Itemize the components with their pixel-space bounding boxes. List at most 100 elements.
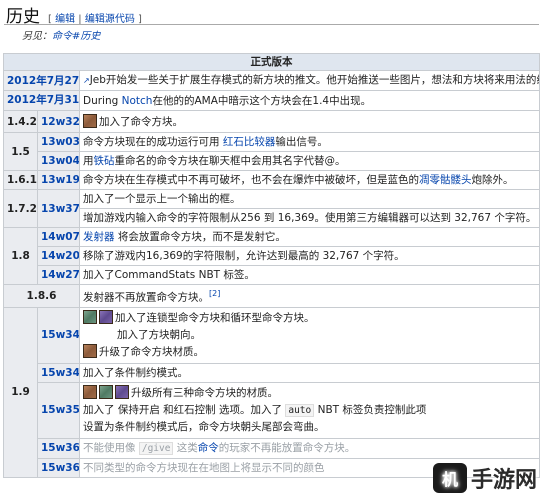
notch-link[interactable]: Notch — [122, 95, 153, 107]
desc-line: 加入了方块朝向。 — [83, 327, 536, 344]
description-cell: 发射器 将会放置命令方块，而不是发射它。 — [79, 227, 540, 247]
description-cell: 升级所有三种命令方块的材质。 加入了 保持开启 和红石控制 选项。加入了 aut… — [79, 381, 540, 439]
description-cell: 加入了条件制约模式。 — [79, 362, 540, 383]
snapshot-cell: 15w34a — [37, 306, 80, 364]
description-cell: 发射器不再放置命令方块。[2] — [79, 284, 540, 308]
snapshot-link[interactable]: 15w36a — [41, 442, 79, 454]
description-text: 命令方块在生存模式中不再可破坏，也不会在爆炸中被破坏，但是蓝色的 — [83, 174, 419, 186]
table-row: 13w04a 用铁砧重命名的命令方块在聊天框中会用其名字代替@。 — [4, 151, 540, 171]
see-also-link[interactable]: 命令#历史 — [52, 31, 100, 42]
code-snippet: /give — [138, 441, 174, 455]
see-also-note: 另见：命令#历史 — [22, 27, 100, 42]
desc-line: 加入了连锁型命令方块和循环型命令方块。 — [83, 309, 536, 327]
snapshot-link[interactable]: 14w20a — [41, 250, 79, 262]
description-cell: 不能使用像 /give 这类命令的玩家不再能放置命令方块。 — [79, 437, 540, 459]
desc-line: 升级了命令方块材质。 — [83, 343, 536, 361]
history-table: 正式版本 2012年7月27日 ↗Jeb开始发一些关于扩展生存模式的新方块的推文… — [3, 53, 540, 478]
description-cell: 加入了连锁型命令方块和循环型命令方块。 加入了方块朝向。 升级了命令方块材质。 — [79, 306, 540, 364]
command-link[interactable]: 命令 — [198, 442, 219, 454]
anvil-link[interactable]: 铁砧 — [94, 155, 115, 167]
description-text: 设置为条件制约模式后，命令方块朝头尾部会弯曲。 — [83, 420, 325, 433]
description-text: 不能使用像 — [83, 441, 139, 454]
description-text: 炮除外。 — [471, 174, 514, 186]
table-row: 15w36a 不能使用像 /give 这类命令的玩家不再能放置命令方块。 — [4, 437, 540, 459]
snapshot-cell: 13w37a — [37, 189, 80, 228]
description-text: 重命名的命令方块在聊天框中会用其名字代替@。 — [114, 155, 346, 167]
date-cell: 2012年7月27日 — [3, 70, 80, 91]
snapshot-link[interactable]: 13w03a — [41, 136, 79, 148]
snapshot-link[interactable]: 15w36d — [41, 462, 79, 474]
description-text: 加入了 保持开启 和红石控制 选项。加入了 — [83, 403, 286, 416]
version-cell: 1.9 — [3, 306, 38, 478]
see-also-prefix: 另见： — [22, 31, 52, 42]
table-row: 1.4.2 12w32a 加入了命令方块。 — [3, 110, 540, 133]
description-text: 输出信号。 — [275, 136, 328, 148]
table-row: 14w20a 移除了游戏内16,369的字符限制，允许达到最高的 32,767 … — [4, 246, 540, 266]
description-text: 这类 — [173, 441, 198, 454]
date-link[interactable]: 2012年7月27日 — [7, 75, 79, 87]
description-text: 将会放置命令方块，而不是发射它。 — [114, 231, 286, 243]
snapshot-link[interactable]: 15w35a — [41, 404, 79, 416]
repeating-command-block-icon — [115, 384, 129, 399]
description-cell: 命令方块在生存模式中不再可破坏，也不会在爆炸中被破坏，但是蓝色的凋零骷髅头炮除外… — [79, 170, 540, 190]
description-text: 升级了命令方块材质。 — [99, 345, 204, 358]
description-text: 加入了连锁型命令方块和循环型命令方块。 — [115, 311, 315, 324]
table-row: 15w35a 升级所有三种命令方块的材质。 加入了 保持开启 和红石控制 选项。… — [4, 381, 540, 439]
snapshot-link[interactable]: 14w27a — [41, 269, 79, 281]
table-row: 2012年7月27日 ↗Jeb开始发一些关于扩展生存模式的新方块的推文。他开始推… — [3, 70, 540, 91]
date-link[interactable]: 2012年7月31日 — [7, 94, 79, 106]
snapshot-cell: 13w04a — [37, 151, 80, 171]
snapshot-cell: 13w03a — [37, 132, 80, 152]
snapshot-link[interactable]: 15w34a — [41, 329, 79, 341]
comparator-link[interactable]: 红石比较器 — [223, 136, 276, 148]
snapshot-cell: 12w32a — [37, 110, 80, 133]
snapshot-cell: 15w36d — [37, 457, 80, 478]
chain-command-block-icon — [83, 309, 97, 324]
description-text: 加入了方块朝向。 — [117, 328, 201, 341]
version-cell: 1.5 — [3, 132, 38, 171]
table-section-header: 正式版本 — [3, 53, 540, 71]
snapshot-cell: 14w20a — [37, 246, 80, 266]
impulse-command-block-icon — [83, 113, 97, 128]
description-cell: 增加游戏内输入命令的字符限制从256 到 16,369。使用第三方编辑器可以达到… — [79, 208, 540, 228]
table-row: 1.5 13w03a 命令方块现在的成功运行可用 红石比较器输出信号。 — [3, 132, 540, 171]
description-text: Jeb开始发一些关于扩展生存模式的新方块的推文。他开始推送一些图片，想法和方块将… — [89, 74, 540, 86]
dispenser-link[interactable]: 发射器 — [83, 231, 115, 243]
table-row: 增加游戏内输入命令的字符限制从256 到 16,369。使用第三方编辑器可以达到… — [4, 208, 540, 228]
code-snippet: auto — [285, 403, 315, 417]
snapshot-link[interactable]: 15w34b — [41, 367, 79, 379]
table-row: 15w34b 加入了条件制约模式。 — [4, 362, 540, 383]
description-text: NBT 标签负责控制此项 — [314, 403, 427, 416]
snapshot-link[interactable]: 13w04a — [41, 155, 79, 167]
table-row: 1.9 15w34a 加入了连锁型命令方块和循环型命令方块。 加入了方块朝向。 … — [3, 306, 540, 478]
snapshot-link[interactable]: 12w32a — [41, 116, 79, 128]
description-text: 升级所有三种命令方块的材质。 — [131, 386, 278, 399]
version-cell: 1.4.2 — [3, 110, 38, 133]
wither-skull-link[interactable]: 凋零骷髅头 — [419, 174, 472, 186]
description-text: 在他的的AMA中暗示这个方块会在1.4中出现。 — [152, 94, 372, 107]
table-row: 1.7.2 13w37a 加入了一个显示上一个输出的框。 — [3, 189, 540, 228]
snapshot-cell: 13w19a — [37, 170, 80, 190]
watermark-text: 手游网 — [470, 467, 537, 493]
description-cell: 加入了CommandStats NBT 标签。 — [79, 265, 540, 285]
snapshot-link[interactable]: 14w07a — [41, 231, 79, 243]
snapshot-link[interactable]: 13w37a — [41, 203, 79, 215]
snapshot-link[interactable]: 13w19a — [41, 174, 79, 186]
chain-command-block-icon — [99, 384, 113, 399]
section-heading: 历史 [ 编辑 | 编辑源代码 ] — [6, 2, 142, 27]
edit-links: [ 编辑 | 编辑源代码 ] — [48, 14, 142, 25]
description-text: 加入了命令方块。 — [99, 115, 183, 128]
description-cell: 用铁砧重命名的命令方块在聊天框中会用其名字代替@。 — [79, 151, 540, 171]
site-watermark: 机 手游网 — [397, 460, 537, 496]
table-row: 1.8.6 发射器不再放置命令方块。[2] — [3, 284, 540, 308]
heading-divider — [4, 24, 539, 25]
desc-line: 升级所有三种命令方块的材质。 — [83, 384, 536, 402]
description-cell: 移除了游戏内16,369的字符限制，允许达到最高的 32,767 个字符。 — [79, 246, 540, 266]
snapshot-cell: 14w27a — [37, 265, 80, 285]
description-text: 命令方块现在的成功运行可用 — [83, 136, 223, 148]
table-row: 2012年7月31日 ↗ During Notch在他的的AMA中暗示这个方块会… — [3, 90, 540, 111]
desc-line: 加入了 保持开启 和红石控制 选项。加入了 auto NBT 标签负责控制此项 — [83, 402, 536, 419]
date-cell: 2012年7月31日 ↗ — [3, 90, 80, 111]
version-cell: 1.8 — [3, 227, 38, 285]
reference-link[interactable]: [2] — [209, 289, 220, 298]
